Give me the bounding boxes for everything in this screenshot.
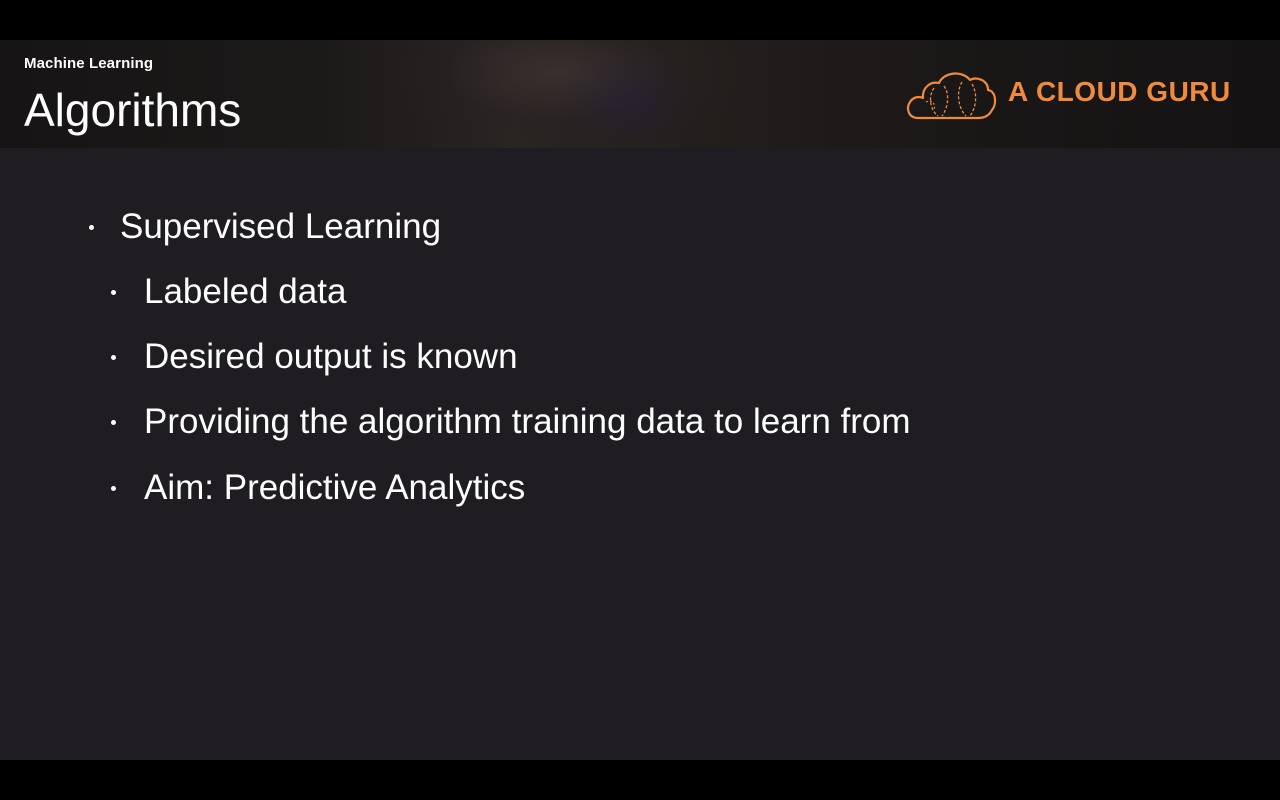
bullet-dot-icon <box>111 290 116 295</box>
bullet-dot-icon <box>111 420 116 425</box>
bullet-text: Providing the algorithm training data to… <box>144 402 911 441</box>
bullet-text: Desired output is known <box>144 337 518 376</box>
slide: Machine Learning Algorithms A CLOUD GURU… <box>0 40 1280 760</box>
bullet-item: Aim: Predictive Analytics <box>111 466 526 510</box>
bullet-text: Labeled data <box>144 272 347 311</box>
letterbox-bottom <box>0 760 1280 800</box>
bullet-dot-icon <box>89 225 94 230</box>
bullet-list: Supervised Learning Labeled data Desired… <box>0 40 1280 760</box>
bullet-item: Desired output is known <box>111 335 518 379</box>
letterbox-top <box>0 0 1280 40</box>
bullet-item: Labeled data <box>111 270 347 314</box>
bullet-dot-icon <box>111 486 116 491</box>
bullet-item: Supervised Learning <box>89 205 442 249</box>
bullet-item: Providing the algorithm training data to… <box>111 400 911 444</box>
bullet-text: Supervised Learning <box>120 207 442 246</box>
bullet-text: Aim: Predictive Analytics <box>144 468 526 507</box>
bullet-dot-icon <box>111 355 116 360</box>
